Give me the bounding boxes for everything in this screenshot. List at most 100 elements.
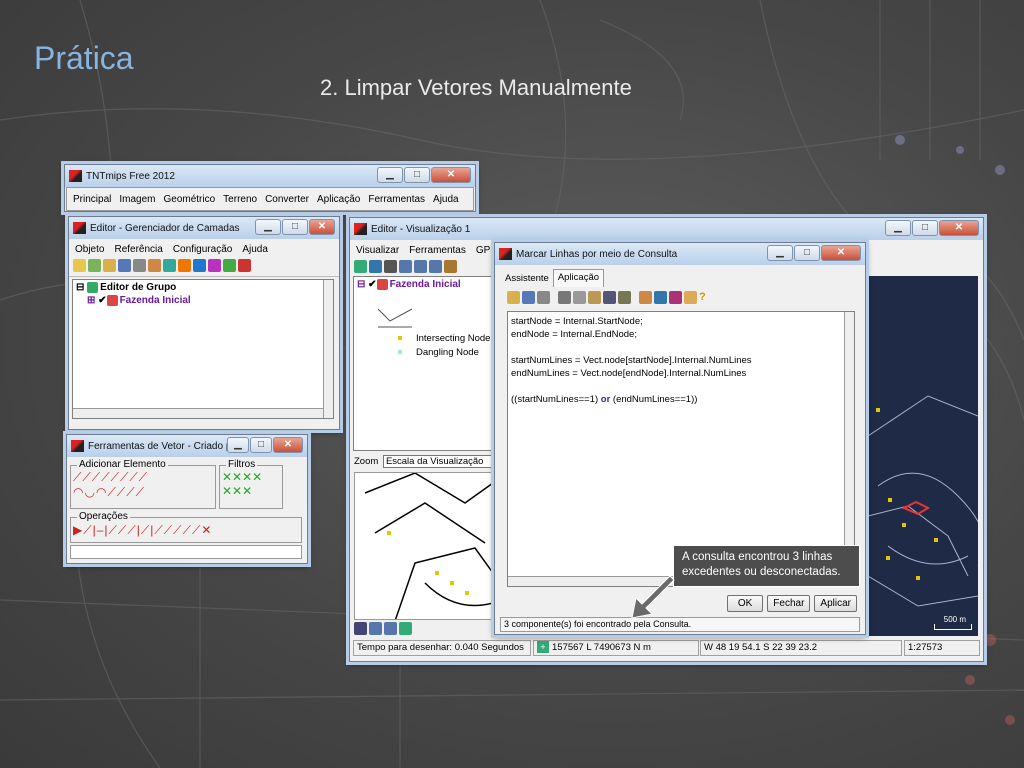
menu-terreno[interactable]: Terreno <box>223 194 257 205</box>
grid-icon[interactable] <box>444 260 457 273</box>
fit-icon[interactable] <box>369 260 382 273</box>
save-icon[interactable] <box>118 259 131 272</box>
menu-ajuda[interactable]: Ajuda <box>433 194 459 205</box>
minimize-icon[interactable]: ▁ <box>885 220 911 236</box>
maximize-icon[interactable]: □ <box>250 437 272 453</box>
search-icon[interactable] <box>384 622 397 635</box>
code-line: ((startNumLines==1) or (endNumLines==1)) <box>511 394 698 405</box>
group-item[interactable]: ⊟ Editor de Grupo <box>73 280 333 295</box>
apply-button[interactable]: Aplicar <box>814 595 857 612</box>
operation-tools[interactable]: ▶⟋|–|⟋⟋⟋|⟋|⟋⟋⟋⟋⟋✕ <box>73 523 299 538</box>
close-icon[interactable]: ✕ <box>939 220 979 236</box>
cut-icon[interactable] <box>558 291 571 304</box>
map-canvas[interactable] <box>354 472 492 620</box>
zoom-in-icon[interactable] <box>399 260 412 273</box>
vector-tools-window: Ferramentas de Vetor - Criado p... ▁ □ ✕ A… <box>66 434 308 564</box>
cad-icon[interactable] <box>193 259 206 272</box>
add-element-tools[interactable]: ⟋⟋⟋⟋⟋⟋⟋⟋ <box>73 470 213 485</box>
minimize-icon[interactable]: ▁ <box>767 245 793 261</box>
query-titlebar[interactable]: Marcar Linhas por meio de Consulta ▁ □ ✕ <box>495 243 865 265</box>
crosshair-icon: + <box>537 641 549 653</box>
close-icon[interactable]: ✕ <box>273 437 303 453</box>
grid-icon[interactable] <box>238 259 251 272</box>
menu-objeto[interactable]: Objeto <box>75 244 104 255</box>
redraw-icon[interactable] <box>354 260 367 273</box>
layer-toolbar <box>69 259 339 277</box>
tab-aplicacao[interactable]: Aplicação <box>552 269 605 287</box>
list-icon[interactable] <box>354 622 367 635</box>
map-icon[interactable] <box>399 622 412 635</box>
save-icon[interactable] <box>522 291 535 304</box>
close-icon[interactable]: ✕ <box>431 167 471 183</box>
vertical-scrollbar[interactable] <box>323 280 333 418</box>
menu-visualizar[interactable]: Visualizar <box>356 245 399 256</box>
maximize-icon[interactable]: □ <box>912 220 938 236</box>
view-titlebar[interactable]: Editor - Visualização 1 ▁ □ ✕ <box>350 218 983 240</box>
zoom-select[interactable]: Escala da Visualização <box>382 455 499 468</box>
minimize-icon[interactable]: ▁ <box>377 167 403 183</box>
map-vectors-left <box>364 473 491 619</box>
layer-manager-titlebar[interactable]: Editor - Gerenciador de Camadas ▁ □ ✕ <box>69 217 339 239</box>
menu-ferramentas[interactable]: Ferramentas <box>409 245 466 256</box>
tntmips-app-icon <box>499 248 512 260</box>
add-element-tools-row2[interactable]: ◠◡◠⟋⟋⟋⟋ <box>73 485 213 500</box>
close-button[interactable]: Fechar <box>767 595 811 612</box>
pan-icon[interactable] <box>384 260 397 273</box>
filters-label: Filtros <box>226 459 258 470</box>
tin-icon[interactable] <box>223 259 236 272</box>
replace-icon[interactable] <box>618 291 631 304</box>
maximize-icon[interactable]: □ <box>404 167 430 183</box>
menu-ferramentas[interactable]: Ferramentas <box>368 194 425 205</box>
saveas-icon[interactable] <box>537 291 550 304</box>
filter-tools-row2[interactable]: ✕✕✕ <box>222 484 280 498</box>
maximize-icon[interactable]: □ <box>282 219 308 235</box>
insert-icon[interactable] <box>654 291 667 304</box>
paste-icon[interactable] <box>588 291 601 304</box>
layer-item[interactable]: ⊞ ✔ Fazenda Inicial <box>73 295 333 306</box>
menu-geometrico[interactable]: Geométrico <box>163 194 215 205</box>
map-canvas-right[interactable]: 500 m <box>868 276 978 636</box>
menu-converter[interactable]: Converter <box>265 194 309 205</box>
ok-button[interactable]: OK <box>726 595 764 612</box>
vector-tools-titlebar[interactable]: Ferramentas de Vetor - Criado p... ▁ □ ✕ <box>67 435 307 457</box>
copy-icon[interactable] <box>573 291 586 304</box>
help-icon[interactable]: ? <box>699 291 706 303</box>
debug-icon[interactable] <box>684 291 697 304</box>
close-icon[interactable]: ✕ <box>309 219 335 235</box>
raster-icon[interactable] <box>163 259 176 272</box>
zoom-icon[interactable] <box>369 622 382 635</box>
shape-icon[interactable] <box>208 259 221 272</box>
visible-checkmark-icon[interactable]: ✔ <box>368 279 376 290</box>
saveas-icon[interactable] <box>133 259 146 272</box>
open-icon[interactable] <box>103 259 116 272</box>
function-icon[interactable] <box>669 291 682 304</box>
view-layer-item[interactable]: ⊟ ✔ Fazenda Inicial <box>354 277 492 292</box>
menu-configuracao[interactable]: Configuração <box>173 244 232 255</box>
run-icon[interactable] <box>639 291 652 304</box>
visible-checkmark-icon[interactable]: ✔ <box>98 295 106 306</box>
vector-icon[interactable] <box>178 259 191 272</box>
menu-imagem[interactable]: Imagem <box>119 194 155 205</box>
horizontal-scrollbar[interactable] <box>73 408 323 418</box>
zoom-box-icon[interactable] <box>429 260 442 273</box>
add-layer-icon[interactable] <box>148 259 161 272</box>
open-icon[interactable] <box>507 291 520 304</box>
menu-referencia[interactable]: Referência <box>114 244 162 255</box>
menu-ajuda[interactable]: Ajuda <box>242 244 268 255</box>
tab-assistente[interactable]: Assistente <box>501 269 553 287</box>
find-icon[interactable] <box>603 291 616 304</box>
tntmips-titlebar[interactable]: TNTmips Free 2012 ▁ □ ✕ <box>65 165 475 187</box>
maximize-icon[interactable]: □ <box>794 245 820 261</box>
close-icon[interactable]: ✕ <box>821 245 861 261</box>
edit-icon[interactable] <box>88 259 101 272</box>
minimize-icon[interactable]: ▁ <box>255 219 281 235</box>
zoom-out-icon[interactable] <box>414 260 427 273</box>
filters-group: Filtros ✕✕✕✕ ✕✕✕ <box>219 459 283 509</box>
status-geo: W 48 19 54.1 S 22 39 23.2 <box>700 640 902 656</box>
pencil-icon[interactable] <box>73 259 86 272</box>
menu-aplicacao[interactable]: Aplicação <box>317 194 360 205</box>
minimize-icon[interactable]: ▁ <box>227 437 249 453</box>
menu-gp[interactable]: GP <box>476 245 490 256</box>
filter-tools[interactable]: ✕✕✕✕ <box>222 470 280 484</box>
menu-principal[interactable]: Principal <box>73 194 111 205</box>
